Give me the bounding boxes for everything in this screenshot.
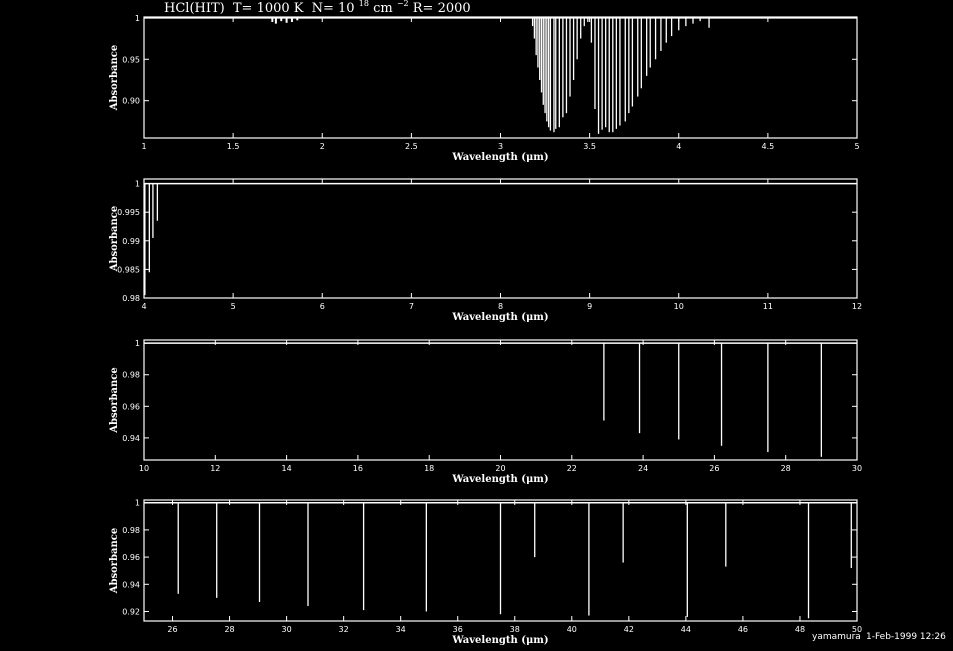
panel-3-xtick-label: 22 xyxy=(567,464,577,473)
panel-1-xtick-label: 5 xyxy=(854,142,859,151)
panel-2-xtick-label: 6 xyxy=(320,302,325,311)
panel-2-ylabel: Absorbance xyxy=(109,206,120,273)
panel-4-xtick-label: 42 xyxy=(624,625,634,634)
panel-2-xtick-label: 7 xyxy=(409,302,414,311)
panel-2: 4 5 6 7 8 9 10 11 12 0.98 0.985 0.99 0.995 1 Wavelengt… xyxy=(109,178,862,323)
panel-1-xtick-label: 4 xyxy=(676,142,681,151)
panel-1-xtick-label: 4.5 xyxy=(762,142,775,151)
panel-2-xtick-label: 4 xyxy=(141,302,146,311)
panel-1-xtick-label: 1 xyxy=(141,142,146,151)
panel-4-xtick-label: 26 xyxy=(167,625,177,634)
panel-1-xlabel: Wavelength (μm) xyxy=(451,152,548,163)
panel-4-xtick-label: 40 xyxy=(567,625,577,634)
panel-2-xtick-label: 5 xyxy=(231,302,236,311)
panel-4-xtick-label: 28 xyxy=(224,625,234,634)
panel-2-ytick-label: 0.985 xyxy=(117,265,140,274)
panel-3-xtick-label: 16 xyxy=(353,464,363,473)
panel-1-xtick-label: 3 xyxy=(498,142,503,151)
panel-4-ytick-label: 0.96 xyxy=(122,553,140,562)
panel-3-xtick-label: 26 xyxy=(709,464,719,473)
panel-2-xlabel: Wavelength (μm) xyxy=(451,312,548,323)
panel-3-xtick-label: 18 xyxy=(424,464,434,473)
panel-3-xtick-label: 28 xyxy=(781,464,791,473)
panel-4-xlabel: Wavelength (μm) xyxy=(451,635,548,646)
panel-4: 26 28 30 32 34 36 38 40 42 44 46 48 500.920.940.960.… xyxy=(109,499,862,646)
panel-1-frame xyxy=(143,16,858,139)
panel-2-xtick-label: 9 xyxy=(587,302,592,311)
panel-1-xtick-label: 2 xyxy=(320,142,325,151)
panel-2-xtick-label: 10 xyxy=(674,302,684,311)
panel-3-frame xyxy=(143,339,858,461)
panel-2-ytick-label: 0.98 xyxy=(122,294,140,303)
figure-canvas: HCl(HIT) T= 1000 K N= 10 18 cm −2 R= 200… xyxy=(109,0,946,646)
panel-1-ytick-label: 0.95 xyxy=(122,55,140,64)
panel-1-xtick-label: 2.5 xyxy=(405,142,418,151)
panel-1-ytick-label: 1 xyxy=(135,14,140,23)
panels: 1 1.5 2 2.5 3 3.5 4 4.5 5 0.90 0.95 1 Wavelength (μm… xyxy=(109,14,862,646)
panel-1-ytick-label: 0.90 xyxy=(122,97,140,106)
panel-4-xtick-label: 30 xyxy=(282,625,292,634)
panel-3-ytick-label: 0.96 xyxy=(122,402,140,411)
title-temperature: T= 1000 K xyxy=(233,1,304,16)
footer-date: 1-Feb-1999 12:26 xyxy=(866,632,946,642)
panel-3: 10 12 14 16 18 20 22 24 26 28 30 0.94 0.96 0.98 1 Wavel… xyxy=(109,339,862,485)
title-resolution: R= 2000 xyxy=(413,1,471,16)
panel-3-xtick-label: 30 xyxy=(852,464,862,473)
panel-3-ytick-label: 1 xyxy=(135,339,140,348)
title-density-exponent: 18 xyxy=(359,0,369,8)
title-density-unit: cm xyxy=(373,1,393,16)
panel-3-ytick-label: 0.94 xyxy=(122,434,140,443)
panel-4-ytick-label: 0.98 xyxy=(122,526,140,535)
panel-2-xtick-label: 12 xyxy=(852,302,862,311)
panel-4-ylabel: Absorbance xyxy=(109,528,120,595)
panel-4-xtick-label: 34 xyxy=(396,625,406,634)
panel-3-xlabel: Wavelength (μm) xyxy=(451,474,548,485)
panel-4-xtick-label: 48 xyxy=(795,625,805,634)
panel-2-ytick-label: 0.995 xyxy=(117,208,140,217)
panel-3-xtick-label: 24 xyxy=(638,464,648,473)
panel-3-xtick-label: 20 xyxy=(495,464,505,473)
panel-2-ytick-label: 1 xyxy=(135,180,140,189)
panel-1-xtick-label: 1.5 xyxy=(227,142,240,151)
title-column-density: N= 10 xyxy=(312,1,355,16)
panel-3-ytick-label: 0.98 xyxy=(122,371,140,380)
footer-author: yamamura xyxy=(812,632,861,642)
title-unit-exponent: −2 xyxy=(397,0,409,8)
panel-3-xtick-label: 14 xyxy=(282,464,292,473)
panel-4-xtick-label: 32 xyxy=(339,625,349,634)
panel-1: 1 1.5 2 2.5 3 3.5 4 4.5 5 0.90 0.95 1 Wavelength (μm… xyxy=(109,14,860,163)
panel-1-ylabel: Absorbance xyxy=(109,45,120,112)
panel-4-xtick-label: 36 xyxy=(453,625,463,634)
title-species: HCl(HIT) xyxy=(164,1,225,16)
figure-title: HCl(HIT) T= 1000 K N= 10 18 cm −2 R= 200… xyxy=(164,0,471,16)
panel-4-xtick-label: 38 xyxy=(510,625,520,634)
spectrum-figure: HCl(HIT) T= 1000 K N= 10 18 cm −2 R= 200… xyxy=(0,0,953,647)
panel-2-ytick-label: 0.99 xyxy=(122,237,140,246)
panel-1-xtick-label: 3.5 xyxy=(583,142,596,151)
panel-2-frame xyxy=(143,178,858,299)
panel-3-ylabel: Absorbance xyxy=(109,367,120,434)
panel-3-xtick-label: 10 xyxy=(139,464,149,473)
panel-2-xtick-label: 8 xyxy=(498,302,503,311)
panel-4-ytick-label: 0.94 xyxy=(122,580,140,589)
panel-2-xtick-label: 11 xyxy=(763,302,773,311)
panel-4-xtick-label: 44 xyxy=(681,625,691,634)
panel-4-ytick-label: 1 xyxy=(135,499,140,508)
panel-4-ytick-label: 0.92 xyxy=(122,607,140,616)
panel-3-xtick-label: 12 xyxy=(210,464,220,473)
panel-4-xtick-label: 46 xyxy=(738,625,748,634)
